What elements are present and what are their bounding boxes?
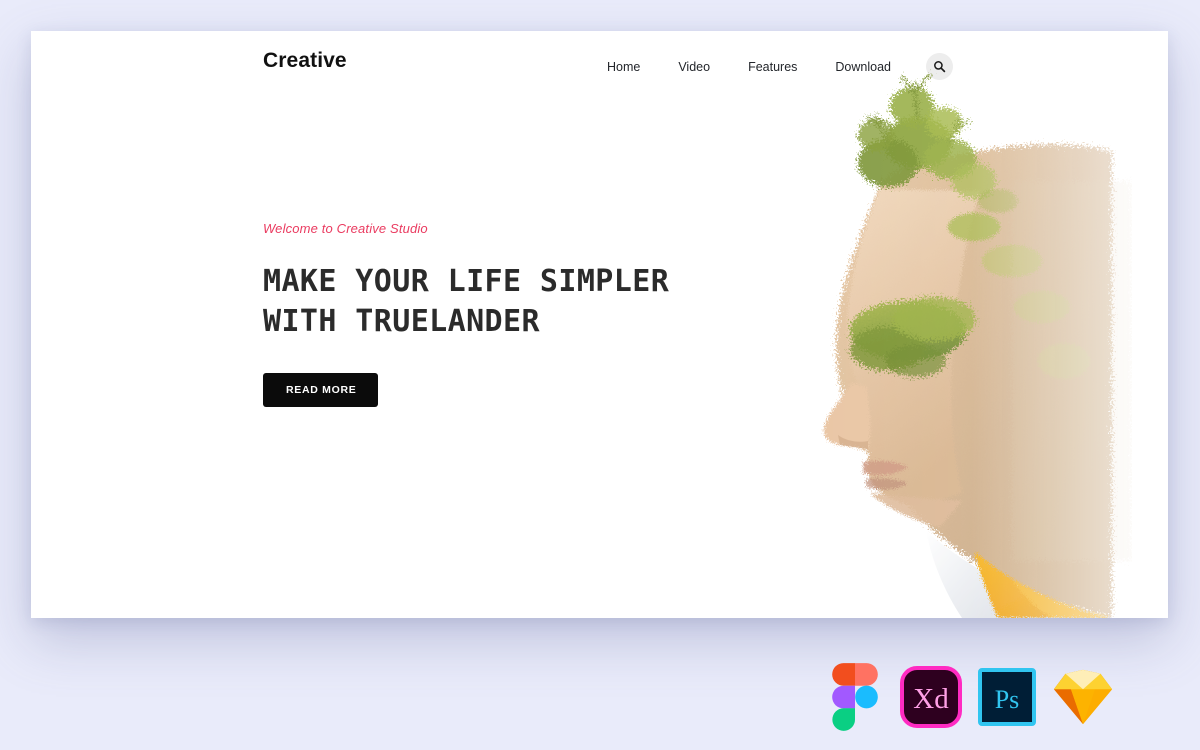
svg-text:Xd: Xd [913, 683, 949, 715]
adobe-xd-icon[interactable]: Xd [900, 666, 962, 728]
page-card: Creative Home Video Features Download We… [31, 31, 1168, 618]
hero-section: Welcome to Creative Studio MAKE YOUR LIF… [263, 221, 733, 407]
photoshop-icon[interactable]: Ps [976, 666, 1038, 728]
hero-eyebrow: Welcome to Creative Studio [263, 221, 428, 236]
nav-item-home[interactable]: Home [588, 57, 659, 77]
sketch-icon[interactable] [1052, 666, 1114, 728]
figma-icon[interactable] [824, 663, 886, 731]
hero-artwork [712, 31, 1132, 618]
tool-icons-strip: Xd Ps [824, 663, 1114, 731]
page-title: MAKE YOUR LIFE SIMPLER WITH TRUELANDER [263, 264, 670, 339]
read-more-button[interactable]: READ MORE [263, 373, 379, 407]
svg-text:Ps: Ps [995, 685, 1020, 714]
brand-logo[interactable]: Creative [263, 49, 347, 73]
